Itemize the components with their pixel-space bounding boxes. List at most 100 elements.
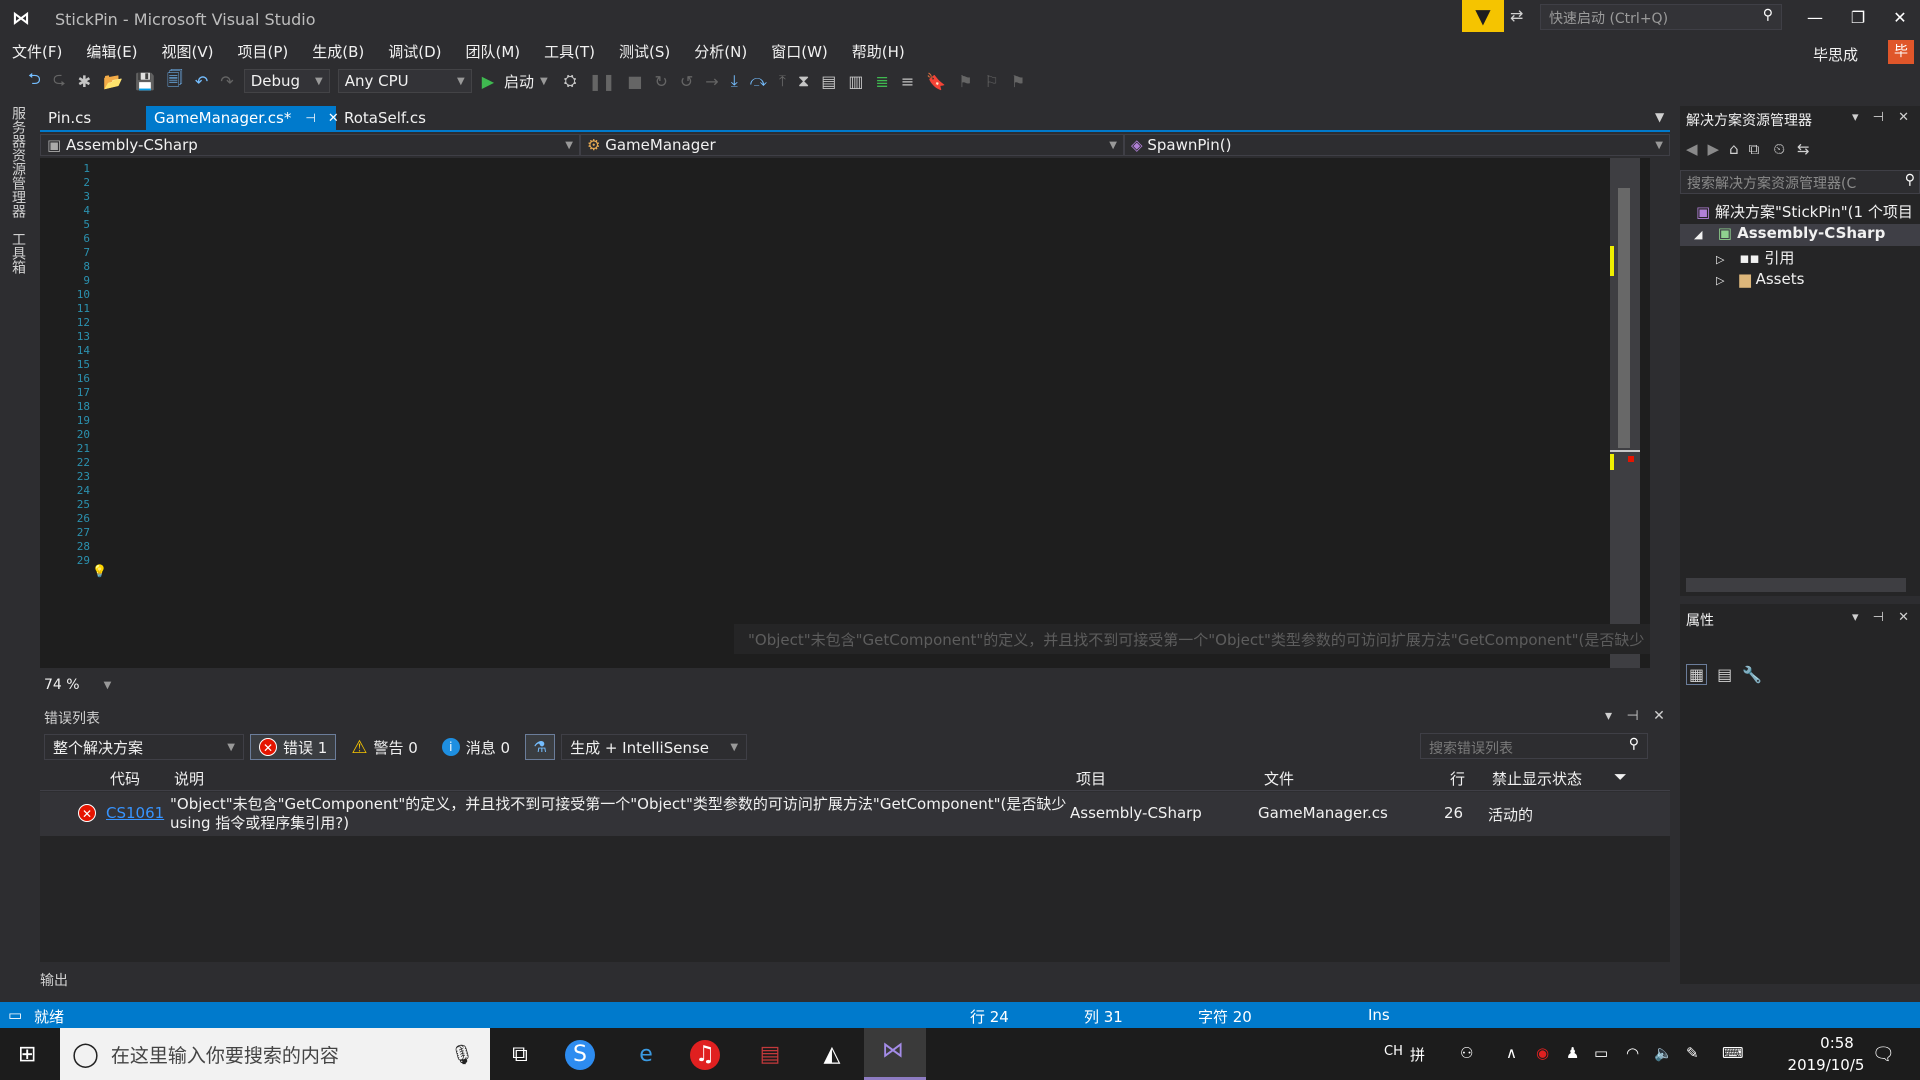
- tree-item-project[interactable]: ◢ ▣ Assembly-CSharp: [1694, 224, 1885, 242]
- unity-icon[interactable]: ◭: [814, 1040, 850, 1070]
- undo-icon[interactable]: ↶: [195, 72, 208, 91]
- chevron-up-icon[interactable]: ∧: [1506, 1044, 1517, 1062]
- menu-debug[interactable]: 调试(D): [388, 41, 441, 62]
- server-explorer-tab[interactable]: 服务器资源管理器: [8, 106, 28, 218]
- menu-build[interactable]: 生成(B): [312, 41, 364, 62]
- close-icon[interactable]: ✕: [1653, 708, 1665, 724]
- project-dropdown[interactable]: ▣ Assembly-CSharp ▼: [40, 134, 580, 156]
- menu-test[interactable]: 测试(S): [619, 41, 670, 62]
- notification-icon[interactable]: 🗨: [1872, 1044, 1895, 1065]
- chevron-down-icon[interactable]: ▾: [1852, 610, 1859, 625]
- chevron-down-icon[interactable]: ▾: [1852, 110, 1859, 125]
- close-icon[interactable]: ✕: [1898, 610, 1909, 625]
- editor-horizontal-scrollbar[interactable]: [120, 675, 1640, 691]
- tab-gamemanager-cs[interactable]: GameManager.cs* ⊣ ✕: [146, 106, 339, 130]
- platform-select[interactable]: Any CPU ▼: [337, 69, 472, 93]
- input-method-icon[interactable]: 拼: [1410, 1044, 1425, 1065]
- pen-icon[interactable]: ✎: [1686, 1044, 1699, 1062]
- errors-filter-button[interactable]: ✕ 错误 1: [250, 734, 337, 760]
- zoom-select[interactable]: 74 % ▼: [44, 677, 111, 693]
- menu-project[interactable]: 项目(P): [238, 41, 289, 62]
- taskbar-visual-studio[interactable]: ⋈: [864, 1028, 926, 1080]
- new-project-icon[interactable]: ✱: [78, 72, 91, 91]
- col-suppression[interactable]: 禁止显示状态: [1492, 768, 1582, 789]
- live-share-icon[interactable]: ⇄: [1510, 6, 1523, 25]
- menu-analyze[interactable]: 分析(N): [694, 41, 747, 62]
- netease-tray-icon[interactable]: ◉: [1536, 1044, 1549, 1062]
- forward-icon[interactable]: ▶: [1708, 140, 1720, 158]
- toolbox-tab[interactable]: 工具箱: [8, 232, 28, 274]
- restore-button[interactable]: ❐: [1838, 4, 1878, 32]
- menu-edit[interactable]: 编辑(E): [86, 41, 137, 62]
- warnings-filter-button[interactable]: ⚠ 警告 0: [342, 734, 426, 760]
- navigate-forward-icon[interactable]: ⮎: [53, 68, 66, 95]
- pin-icon[interactable]: ⊣: [1873, 610, 1884, 625]
- col-code[interactable]: 代码: [110, 768, 140, 789]
- menu-window[interactable]: 窗口(W): [771, 41, 828, 62]
- save-icon[interactable]: 💾: [135, 72, 155, 91]
- volume-icon[interactable]: 🔈: [1654, 1044, 1673, 1062]
- sogou-browser-icon[interactable]: S: [565, 1040, 595, 1070]
- back-icon[interactable]: ◀: [1686, 140, 1698, 158]
- collapsed-arrow-icon[interactable]: ▷: [1716, 253, 1724, 266]
- microphone-icon[interactable]: 🎙: [450, 1043, 474, 1066]
- scope-select[interactable]: 整个解决方案 ▼: [44, 734, 244, 760]
- table-row[interactable]: ✕ CS1061 "Object"未包含"GetComponent"的定义，并且…: [40, 792, 1670, 836]
- start-debug-icon[interactable]: ▶: [482, 72, 494, 91]
- menu-tools[interactable]: 工具(T): [544, 41, 595, 62]
- column-filter-icon[interactable]: ⏷: [1614, 767, 1627, 787]
- people-icon[interactable]: ⚇: [1460, 1044, 1473, 1062]
- navigate-back-icon[interactable]: ⮌: [28, 68, 41, 95]
- col-file[interactable]: 文件: [1264, 768, 1294, 789]
- lightbulb-icon[interactable]: 💡: [92, 564, 107, 578]
- comment-icon[interactable]: ▤: [821, 72, 836, 91]
- build-filter-select[interactable]: 生成 + IntelliSense ▼: [561, 734, 748, 760]
- tab-pin-cs[interactable]: Pin.cs: [40, 106, 146, 130]
- quick-launch-input[interactable]: 快速启动 (Ctrl+Q) ⚲: [1540, 4, 1782, 30]
- menu-view[interactable]: 视图(V): [162, 41, 214, 62]
- editor-vertical-scrollbar[interactable]: [1610, 158, 1640, 668]
- switch-views-icon[interactable]: ⧉: [1749, 140, 1760, 158]
- tree-item-assets[interactable]: ▷ ▆ Assets: [1716, 270, 1804, 288]
- uncomment-icon[interactable]: ▥: [848, 72, 863, 91]
- taskbar-search-box[interactable]: ◯ 在这里输入你要搜索的内容 🎙: [60, 1028, 490, 1080]
- breakpoint-toggle-icon[interactable]: ⧗: [798, 71, 809, 91]
- menu-help[interactable]: 帮助(H): [852, 41, 905, 62]
- output-tab[interactable]: 输出: [40, 970, 68, 990]
- bookmark-icon[interactable]: 🔖: [926, 72, 946, 91]
- step-into-icon[interactable]: ⤓: [731, 71, 738, 91]
- keyboard-icon[interactable]: ⌨: [1722, 1044, 1744, 1062]
- chevron-down-icon[interactable]: ▾: [1605, 708, 1612, 724]
- clock-date[interactable]: 2019/10/5: [1770, 1056, 1882, 1074]
- solution-horizontal-scrollbar[interactable]: [1686, 578, 1906, 592]
- edge-icon[interactable]: e: [628, 1040, 664, 1070]
- scrollbar-thumb[interactable]: [1618, 188, 1630, 448]
- pin-icon[interactable]: ⊣: [1626, 708, 1638, 724]
- home-icon[interactable]: ⌂: [1729, 140, 1739, 158]
- close-window-button[interactable]: ✕: [1880, 4, 1920, 32]
- chevron-down-icon[interactable]: ▼: [540, 76, 548, 87]
- pending-changes-icon[interactable]: ⏲: [1773, 140, 1785, 158]
- ime-indicator[interactable]: CH: [1384, 1044, 1403, 1059]
- code-editor[interactable]: 1 2 3 4 5 6 7 8 9 10 11 12 13 14 15 16 1…: [40, 158, 1650, 668]
- feedback-filter-icon[interactable]: ▼: [1462, 0, 1504, 32]
- task-view-icon[interactable]: ⧉: [502, 1040, 538, 1070]
- property-pages-icon[interactable]: 🔧: [1742, 665, 1762, 684]
- col-line[interactable]: 行: [1450, 768, 1465, 789]
- browser-link-icon[interactable]: ⛭: [564, 71, 577, 91]
- col-description[interactable]: 说明: [174, 768, 204, 789]
- menu-file[interactable]: 文件(F): [12, 41, 62, 62]
- windows-start-icon[interactable]: ⊞: [18, 1042, 36, 1067]
- close-icon[interactable]: ✕: [1898, 110, 1909, 125]
- clock-time[interactable]: 0:58: [1792, 1034, 1882, 1052]
- app-tray-icon[interactable]: ♟: [1566, 1044, 1579, 1062]
- avatar[interactable]: 毕: [1888, 40, 1914, 64]
- filter-toggle-button[interactable]: ⚗: [525, 734, 556, 760]
- messages-filter-button[interactable]: i 消息 0: [433, 734, 519, 760]
- col-project[interactable]: 项目: [1076, 768, 1106, 789]
- wifi-icon[interactable]: ◠: [1626, 1044, 1639, 1062]
- menu-team[interactable]: 团队(M): [466, 41, 521, 62]
- indent-icon[interactable]: ≣: [875, 72, 888, 91]
- error-code-link[interactable]: CS1061: [106, 804, 164, 822]
- error-search-input[interactable]: 搜索错误列表 ⚲: [1420, 733, 1648, 759]
